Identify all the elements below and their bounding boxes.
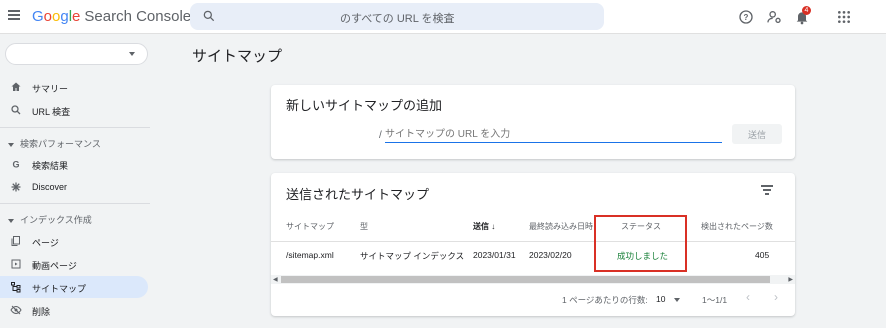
column-header-discovered-pages[interactable]: 検出されたページ数 xyxy=(701,221,773,232)
sitemap-icon xyxy=(11,282,21,293)
page-title: サイトマップ xyxy=(192,48,283,65)
column-header-type[interactable]: 型 xyxy=(360,221,368,232)
logo-letter: o xyxy=(43,8,53,25)
property-selector[interactable] xyxy=(5,43,148,65)
submit-button[interactable]: 送信 xyxy=(732,124,782,144)
logo-letter: G xyxy=(32,8,44,25)
sidebar-item-removals[interactable]: 削除 xyxy=(0,299,148,321)
sidebar-item-label: URL 検査 xyxy=(32,107,71,117)
sidebar-item-video-pages[interactable]: 動画ページ xyxy=(0,253,148,275)
caret-down-icon xyxy=(8,142,14,147)
google-g-icon: G xyxy=(12,160,19,170)
sidebar: サマリー URL 検査 検索パフォーマンス G 検索結果 Discover イン… xyxy=(0,35,155,328)
next-page-icon[interactable]: › xyxy=(774,290,778,304)
rows-per-page-label: 1 ページあたりの行数: xyxy=(562,295,648,305)
column-header-sitemap[interactable]: サイトマップ xyxy=(286,221,334,232)
logo-product: Search Console xyxy=(84,8,192,25)
section-label: 検索パフォーマンス xyxy=(20,139,101,149)
sidebar-item-search-results[interactable]: G 検索結果 xyxy=(0,153,148,175)
chevron-down-icon[interactable] xyxy=(674,298,680,302)
column-label: 送信 xyxy=(473,222,489,231)
cell-last-read: 2023/02/20 xyxy=(529,250,572,260)
search-bar[interactable]: のすべての URL を検査 xyxy=(190,3,604,30)
sidebar-item-label: サイトマップ xyxy=(32,284,87,294)
sidebar-item-discover[interactable]: Discover xyxy=(0,176,148,198)
help-icon[interactable]: ? xyxy=(738,9,754,25)
previous-page-icon[interactable]: ‹ xyxy=(746,290,750,304)
pages-icon xyxy=(11,236,20,246)
logo-letter: g xyxy=(60,8,69,25)
sidebar-item-url-inspection[interactable]: URL 検査 xyxy=(0,99,148,121)
chevron-down-icon xyxy=(129,52,135,56)
card-title: 送信されたサイトマップ xyxy=(286,187,430,202)
cell-type: サイトマップ インデックス xyxy=(360,251,465,261)
app-logo[interactable]: Google Search Console xyxy=(32,8,191,25)
divider xyxy=(0,203,150,204)
search-icon xyxy=(203,10,215,22)
manage-users-icon[interactable] xyxy=(766,9,782,25)
search-placeholder: のすべての URL を検査 xyxy=(340,13,455,25)
section-search-performance[interactable]: 検索パフォーマンス xyxy=(8,137,101,150)
menu-icon[interactable] xyxy=(8,10,20,20)
column-header-last-read[interactable]: 最終読み込み日時 xyxy=(529,221,593,232)
logo-letter: e xyxy=(72,8,81,25)
divider xyxy=(271,241,795,242)
sidebar-item-label: 動画ページ xyxy=(32,261,77,271)
cell-submitted: 2023/01/31 xyxy=(473,250,516,260)
card-title: 新しいサイトマップの追加 xyxy=(286,98,443,113)
sidebar-item-sitemaps[interactable]: サイトマップ xyxy=(0,276,148,298)
notification-badge: 4 xyxy=(802,6,811,15)
logo-google: Google xyxy=(32,8,80,25)
search-icon xyxy=(11,105,21,115)
sidebar-item-label: Discover xyxy=(32,182,68,192)
arrow-down-icon: ↓ xyxy=(491,222,496,231)
caret-down-icon xyxy=(8,218,14,223)
cell-discovered-pages: 405 xyxy=(755,250,770,260)
cell-sitemap[interactable]: /sitemap.xml xyxy=(286,250,334,260)
section-indexing[interactable]: インデックス作成 xyxy=(8,213,92,226)
sidebar-item-label: 検索結果 xyxy=(32,161,69,171)
url-prefix: / xyxy=(379,130,382,141)
scroll-left-icon[interactable]: ◀ xyxy=(273,276,278,283)
sidebar-item-pages[interactable]: ページ xyxy=(0,230,148,252)
pagination-range: 1〜1/1 xyxy=(702,295,728,305)
sidebar-item-label: サマリー xyxy=(32,84,69,94)
add-sitemap-card: 新しいサイトマップの追加 / 送信 xyxy=(271,85,795,159)
sidebar-item-label: 削除 xyxy=(32,307,51,317)
sitemap-url-input[interactable] xyxy=(385,127,722,143)
rows-per-page-select[interactable]: 10 xyxy=(656,294,665,304)
home-icon xyxy=(11,82,21,91)
video-page-icon xyxy=(11,259,21,269)
svg-text:?: ? xyxy=(744,13,749,22)
submitted-sitemaps-card: 送信されたサイトマップ サイトマップ 型 送信 ↓ 最終読み込み日時 ステータス… xyxy=(271,173,795,316)
column-header-submitted[interactable]: 送信 ↓ xyxy=(473,221,495,232)
scroll-right-icon[interactable]: ▶ xyxy=(788,276,793,283)
sidebar-item-summary[interactable]: サマリー xyxy=(0,76,148,98)
horizontal-scrollbar[interactable]: ◀ ▶ xyxy=(271,275,795,284)
asterisk-icon xyxy=(11,182,21,192)
sidebar-item-label: ページ xyxy=(32,238,59,248)
section-label: インデックス作成 xyxy=(20,215,92,225)
highlight-box xyxy=(594,215,687,272)
scrollbar-thumb[interactable] xyxy=(281,276,770,283)
svg-text:G: G xyxy=(12,160,19,170)
divider xyxy=(0,127,150,128)
eye-off-icon xyxy=(10,305,22,315)
top-bar: Google Search Console のすべての URL を検査 ? 4 xyxy=(0,0,886,34)
apps-grid-icon[interactable] xyxy=(836,9,852,25)
filter-icon[interactable] xyxy=(761,185,773,195)
